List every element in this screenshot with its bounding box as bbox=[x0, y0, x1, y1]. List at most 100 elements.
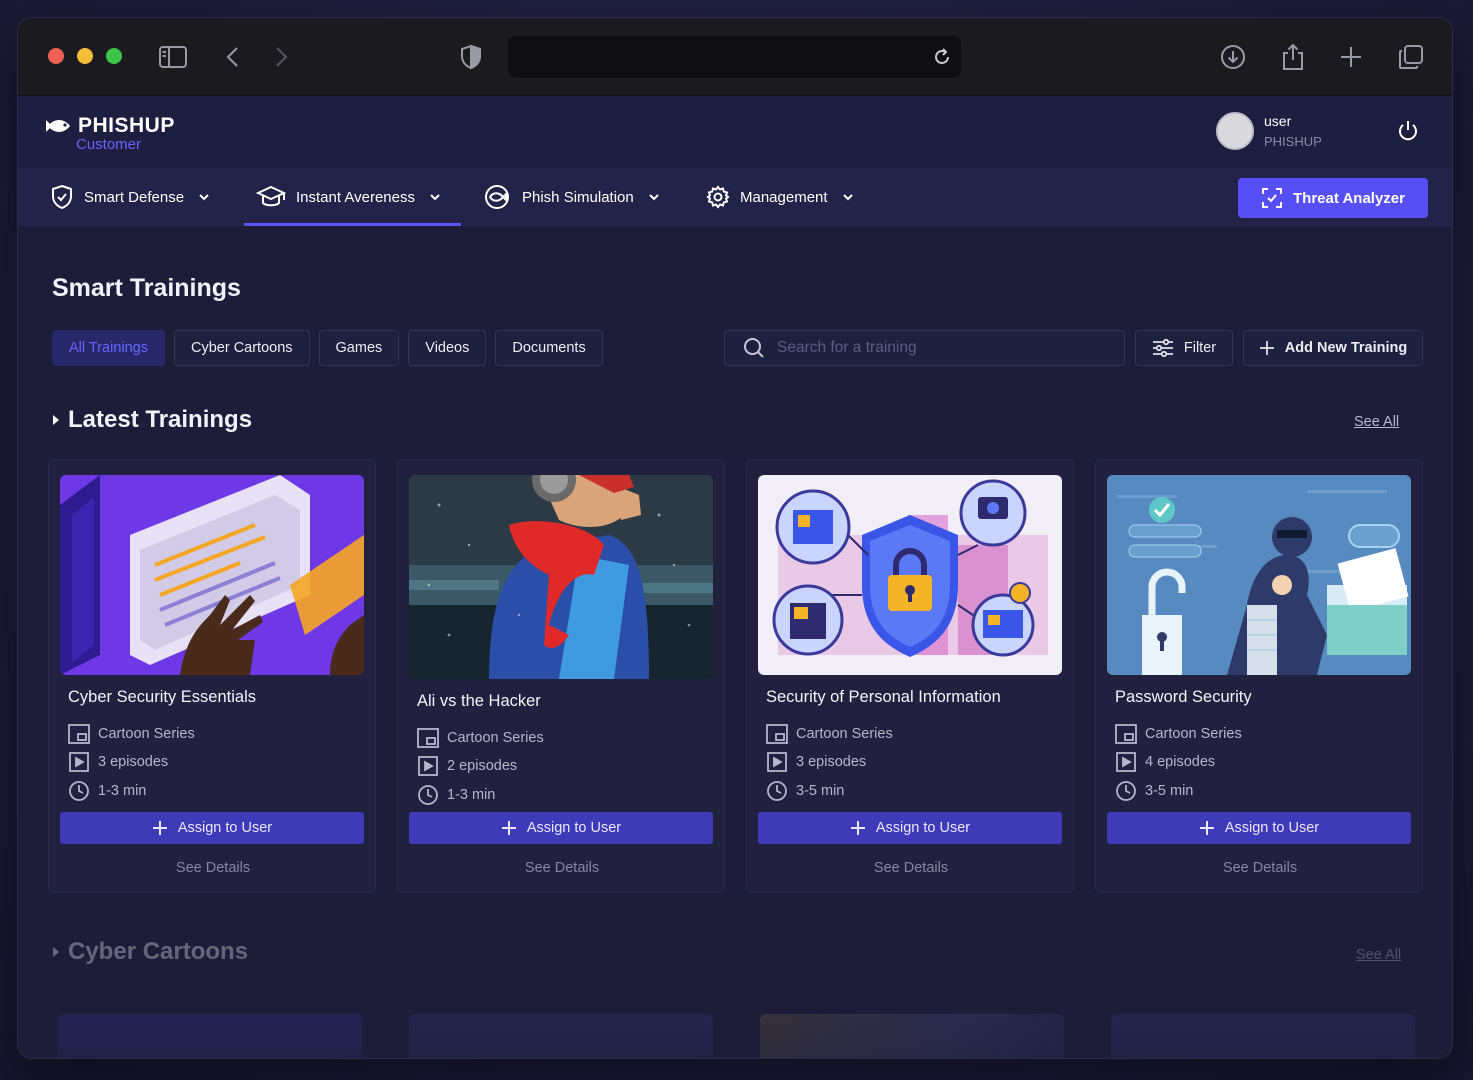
nav-management[interactable]: Management bbox=[706, 168, 854, 226]
card-title: Password Security bbox=[1115, 688, 1252, 706]
reload-icon[interactable] bbox=[931, 46, 953, 73]
plus-icon bbox=[501, 821, 516, 835]
thumbnail-keyboard-image[interactable] bbox=[60, 475, 364, 675]
card-episodes: 3 episodes bbox=[68, 752, 168, 772]
brand-subtitle: Customer bbox=[76, 136, 142, 153]
play-icon bbox=[767, 752, 787, 772]
search-box[interactable] bbox=[724, 330, 1125, 366]
see-all-link[interactable]: See All bbox=[1354, 414, 1399, 430]
assign-to-user-button[interactable]: Assign to User bbox=[1107, 812, 1411, 844]
assign-to-user-button[interactable]: Assign to User bbox=[409, 812, 713, 844]
sidebar-toggle-icon[interactable] bbox=[158, 42, 188, 72]
card-episodes-label: 3 episodes bbox=[98, 754, 169, 770]
main-nav: Smart Defense Instant Avereness Phish Si… bbox=[18, 168, 1452, 226]
see-details-link[interactable]: See Details bbox=[1096, 860, 1424, 876]
new-tab-icon[interactable] bbox=[1336, 42, 1366, 72]
card-title: Security of Personal Information bbox=[766, 688, 1001, 706]
thumbnail-padlock-shield-image[interactable] bbox=[758, 475, 1062, 675]
play-icon bbox=[1116, 752, 1136, 772]
thumbnail-password-thief-image[interactable] bbox=[1107, 475, 1411, 675]
nav-label: Smart Defense bbox=[84, 188, 185, 206]
latest-trainings-list: Cyber Security Essentials Cartoon Series… bbox=[48, 459, 1423, 893]
close-window-button[interactable] bbox=[48, 48, 64, 64]
training-card: Password Security Cartoon Series 4 episo… bbox=[1095, 459, 1423, 893]
plus-icon bbox=[850, 821, 865, 835]
page-title: Smart Trainings bbox=[52, 274, 241, 302]
card-episodes-label: 3 episodes bbox=[796, 754, 867, 770]
card-episodes-label: 2 episodes bbox=[447, 758, 518, 774]
nav-phish-simulation[interactable]: Phish Simulation bbox=[482, 168, 660, 226]
thumbnail-ali-image[interactable] bbox=[409, 475, 713, 679]
see-details-link[interactable]: See Details bbox=[747, 860, 1075, 876]
card-type-label: Cartoon Series bbox=[447, 730, 544, 746]
nav-smart-defense[interactable]: Smart Defense bbox=[50, 168, 210, 226]
assign-label: Assign to User bbox=[526, 820, 622, 836]
see-all-link[interactable]: See All bbox=[1356, 947, 1401, 963]
caret-right-icon bbox=[53, 947, 59, 957]
clock-icon bbox=[767, 781, 787, 801]
main-content: Smart Trainings All Trainings Cyber Cart… bbox=[18, 226, 1452, 1058]
chevron-down-icon bbox=[430, 194, 440, 201]
assign-to-user-button[interactable]: Assign to User bbox=[758, 812, 1062, 844]
search-input[interactable] bbox=[777, 339, 1097, 357]
nav-label: Phish Simulation bbox=[522, 188, 634, 206]
shield-check-icon bbox=[52, 184, 72, 210]
download-icon[interactable] bbox=[1218, 42, 1248, 72]
card-duration: 1-3 min bbox=[417, 784, 495, 806]
assign-to-user-button[interactable]: Assign to User bbox=[60, 812, 364, 844]
tab-cyber-cartoons[interactable]: Cyber Cartoons bbox=[173, 330, 310, 366]
filter-label: Filter bbox=[1183, 340, 1217, 356]
chevron-down-icon bbox=[199, 194, 209, 201]
address-bar[interactable] bbox=[508, 36, 961, 78]
graduation-cap-icon bbox=[256, 185, 286, 207]
see-details-link[interactable]: See Details bbox=[398, 860, 726, 876]
scan-icon bbox=[1262, 188, 1282, 208]
tab-games[interactable]: Games bbox=[318, 330, 400, 366]
forward-icon[interactable] bbox=[266, 42, 296, 72]
tab-documents[interactable]: Documents bbox=[495, 330, 603, 366]
cartoon-series-icon bbox=[1115, 724, 1137, 744]
training-tabs: All Trainings Cyber Cartoons Games Video… bbox=[52, 330, 603, 366]
training-card: Ali vs the Hacker Cartoon Series 2 episo… bbox=[397, 459, 725, 893]
training-card-thumbnail[interactable] bbox=[409, 1014, 713, 1058]
avatar[interactable] bbox=[1216, 112, 1254, 150]
privacy-shield-icon[interactable] bbox=[456, 42, 486, 72]
tab-all-trainings[interactable]: All Trainings bbox=[52, 330, 165, 366]
card-type: Cartoon Series bbox=[417, 728, 544, 748]
clock-icon bbox=[1116, 781, 1136, 801]
clock-icon bbox=[418, 785, 438, 805]
nav-label: Management bbox=[740, 188, 828, 206]
section-cyber-cartoons[interactable]: Cyber Cartoons bbox=[52, 938, 248, 966]
add-new-training-button[interactable]: Add New Training bbox=[1243, 330, 1423, 366]
card-duration-label: 1-3 min bbox=[98, 783, 147, 799]
training-card-thumbnail[interactable] bbox=[58, 1014, 362, 1058]
phishup-logo[interactable]: PHISHUP Customer bbox=[46, 114, 175, 153]
play-icon bbox=[69, 752, 89, 772]
share-icon[interactable] bbox=[1278, 42, 1308, 72]
assign-label: Assign to User bbox=[177, 820, 273, 836]
browser-window: PHISHUP Customer user PHISHUP Smart Defe… bbox=[18, 18, 1452, 1058]
tab-overview-icon[interactable] bbox=[1396, 42, 1426, 72]
threat-analyzer-label: Threat Analyzer bbox=[1293, 189, 1405, 207]
card-type-label: Cartoon Series bbox=[1145, 726, 1242, 742]
caret-right-icon bbox=[53, 415, 59, 425]
back-icon[interactable] bbox=[218, 42, 248, 72]
card-duration: 1-3 min bbox=[68, 780, 146, 802]
training-card-thumbnail[interactable] bbox=[1111, 1014, 1415, 1058]
minimize-window-button[interactable] bbox=[77, 48, 93, 64]
user-profile[interactable]: user PHISHUP bbox=[1216, 112, 1322, 150]
nav-label: Instant Avereness bbox=[296, 188, 415, 206]
cyber-cartoons-list bbox=[58, 1014, 1415, 1058]
sliders-icon bbox=[1152, 338, 1173, 358]
nav-instant-awareness[interactable]: Instant Avereness bbox=[244, 168, 461, 226]
filter-button[interactable]: Filter bbox=[1135, 330, 1233, 366]
threat-analyzer-button[interactable]: Threat Analyzer bbox=[1238, 178, 1428, 218]
training-card-thumbnail[interactable] bbox=[760, 1014, 1064, 1058]
tab-videos[interactable]: Videos bbox=[408, 330, 487, 366]
see-details-link[interactable]: See Details bbox=[49, 860, 377, 876]
play-icon bbox=[418, 756, 438, 776]
card-episodes-label: 4 episodes bbox=[1145, 754, 1216, 770]
power-icon[interactable] bbox=[1396, 118, 1420, 149]
zoom-window-button[interactable] bbox=[106, 48, 122, 64]
section-latest-trainings[interactable]: Latest Trainings bbox=[52, 406, 252, 434]
